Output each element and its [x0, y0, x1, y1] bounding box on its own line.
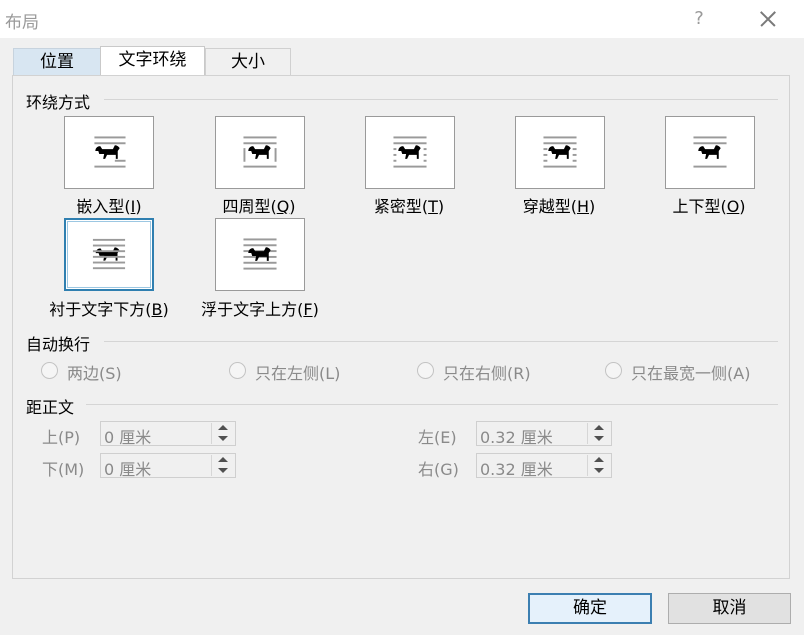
wrap-square-button[interactable] — [215, 116, 305, 189]
distance-top-value: 0 厘米 — [104, 428, 152, 447]
wrap-inline-button[interactable] — [64, 116, 154, 189]
radio-largest-only-label: 只在最宽一侧(A) — [631, 364, 751, 383]
distance-left-value: 0.32 厘米 — [480, 428, 553, 447]
cancel-button[interactable]: 取消 — [668, 593, 791, 624]
section-divider — [104, 341, 778, 342]
radio-left-only-label: 只在左侧(L) — [255, 364, 341, 383]
wrap-tight-label: 紧密型(T) — [373, 197, 445, 216]
wrap-text-heading: 自动换行 — [26, 335, 91, 354]
distance-heading: 距正文 — [26, 398, 75, 417]
spin-buttons[interactable] — [211, 455, 234, 476]
wrap-top-bottom-label: 上下型(O) — [672, 197, 746, 216]
distance-bottom-label: 下(M) — [42, 460, 85, 479]
wrap-in-front-icon — [243, 238, 277, 270]
arrow-down-icon[interactable] — [594, 436, 604, 441]
ok-button[interactable]: 确定 — [528, 593, 652, 624]
distance-right-label: 右(G) — [418, 460, 459, 479]
arrow-up-icon[interactable] — [218, 457, 228, 462]
radio-largest-only[interactable] — [605, 362, 622, 379]
arrow-down-icon[interactable] — [218, 436, 228, 441]
wrap-square-label: 四周型(Q) — [222, 197, 296, 216]
wrap-through-button[interactable] — [515, 116, 605, 189]
distance-top-label: 上(P) — [42, 428, 81, 447]
wrap-behind-text-button[interactable] — [64, 218, 154, 291]
tab-text-wrapping[interactable]: 文字环绕 — [100, 46, 205, 75]
wrap-in-front-button[interactable] — [215, 218, 305, 291]
tab-size[interactable]: 大小 — [205, 48, 291, 75]
radio-both-sides[interactable] — [41, 362, 58, 379]
distance-right-spinner[interactable]: 0.32 厘米 — [476, 453, 612, 479]
distance-left-spinner[interactable]: 0.32 厘米 — [476, 421, 612, 447]
wrap-behind-text-label: 衬于文字下方(B) — [49, 300, 169, 319]
arrow-down-icon[interactable] — [218, 468, 228, 473]
wrap-top-bottom-icon — [693, 136, 727, 168]
radio-right-only[interactable] — [417, 362, 434, 379]
arrow-up-icon[interactable] — [594, 457, 604, 462]
distance-left-label: 左(E) — [418, 428, 457, 447]
wrapping-style-heading: 环绕方式 — [26, 93, 91, 112]
help-button[interactable]: ? — [684, 6, 714, 32]
wrap-tight-icon — [393, 136, 427, 168]
radio-left-only[interactable] — [229, 362, 246, 379]
wrap-inline-label: 嵌入型(I) — [76, 197, 142, 216]
close-icon[interactable] — [752, 6, 784, 32]
section-divider — [104, 99, 778, 100]
distance-bottom-value: 0 厘米 — [104, 460, 152, 479]
section-divider — [86, 404, 778, 405]
wrap-top-bottom-button[interactable] — [665, 116, 755, 189]
wrap-inline-icon — [94, 136, 126, 168]
wrap-through-label: 穿越型(H) — [522, 197, 596, 216]
wrap-in-front-label: 浮于文字上方(F) — [201, 300, 319, 319]
arrow-down-icon[interactable] — [594, 468, 604, 473]
spin-buttons[interactable] — [587, 455, 610, 476]
distance-bottom-spinner[interactable]: 0 厘米 — [100, 453, 236, 479]
tab-position[interactable]: 位置 — [13, 48, 101, 75]
title-bar: 布局 ? — [0, 0, 804, 38]
arrow-up-icon[interactable] — [218, 425, 228, 430]
wrap-square-icon — [243, 136, 277, 168]
radio-right-only-label: 只在右侧(R) — [443, 364, 531, 383]
arrow-up-icon[interactable] — [594, 425, 604, 430]
dialog-title: 布局 — [5, 13, 39, 33]
wrap-behind-text-icon — [92, 238, 126, 270]
distance-right-value: 0.32 厘米 — [480, 460, 553, 479]
distance-top-spinner[interactable]: 0 厘米 — [100, 421, 236, 447]
spin-buttons[interactable] — [211, 423, 234, 444]
wrap-tight-button[interactable] — [365, 116, 455, 189]
spin-buttons[interactable] — [587, 423, 610, 444]
wrap-through-icon — [543, 136, 577, 168]
radio-both-sides-label: 两边(S) — [67, 364, 122, 383]
